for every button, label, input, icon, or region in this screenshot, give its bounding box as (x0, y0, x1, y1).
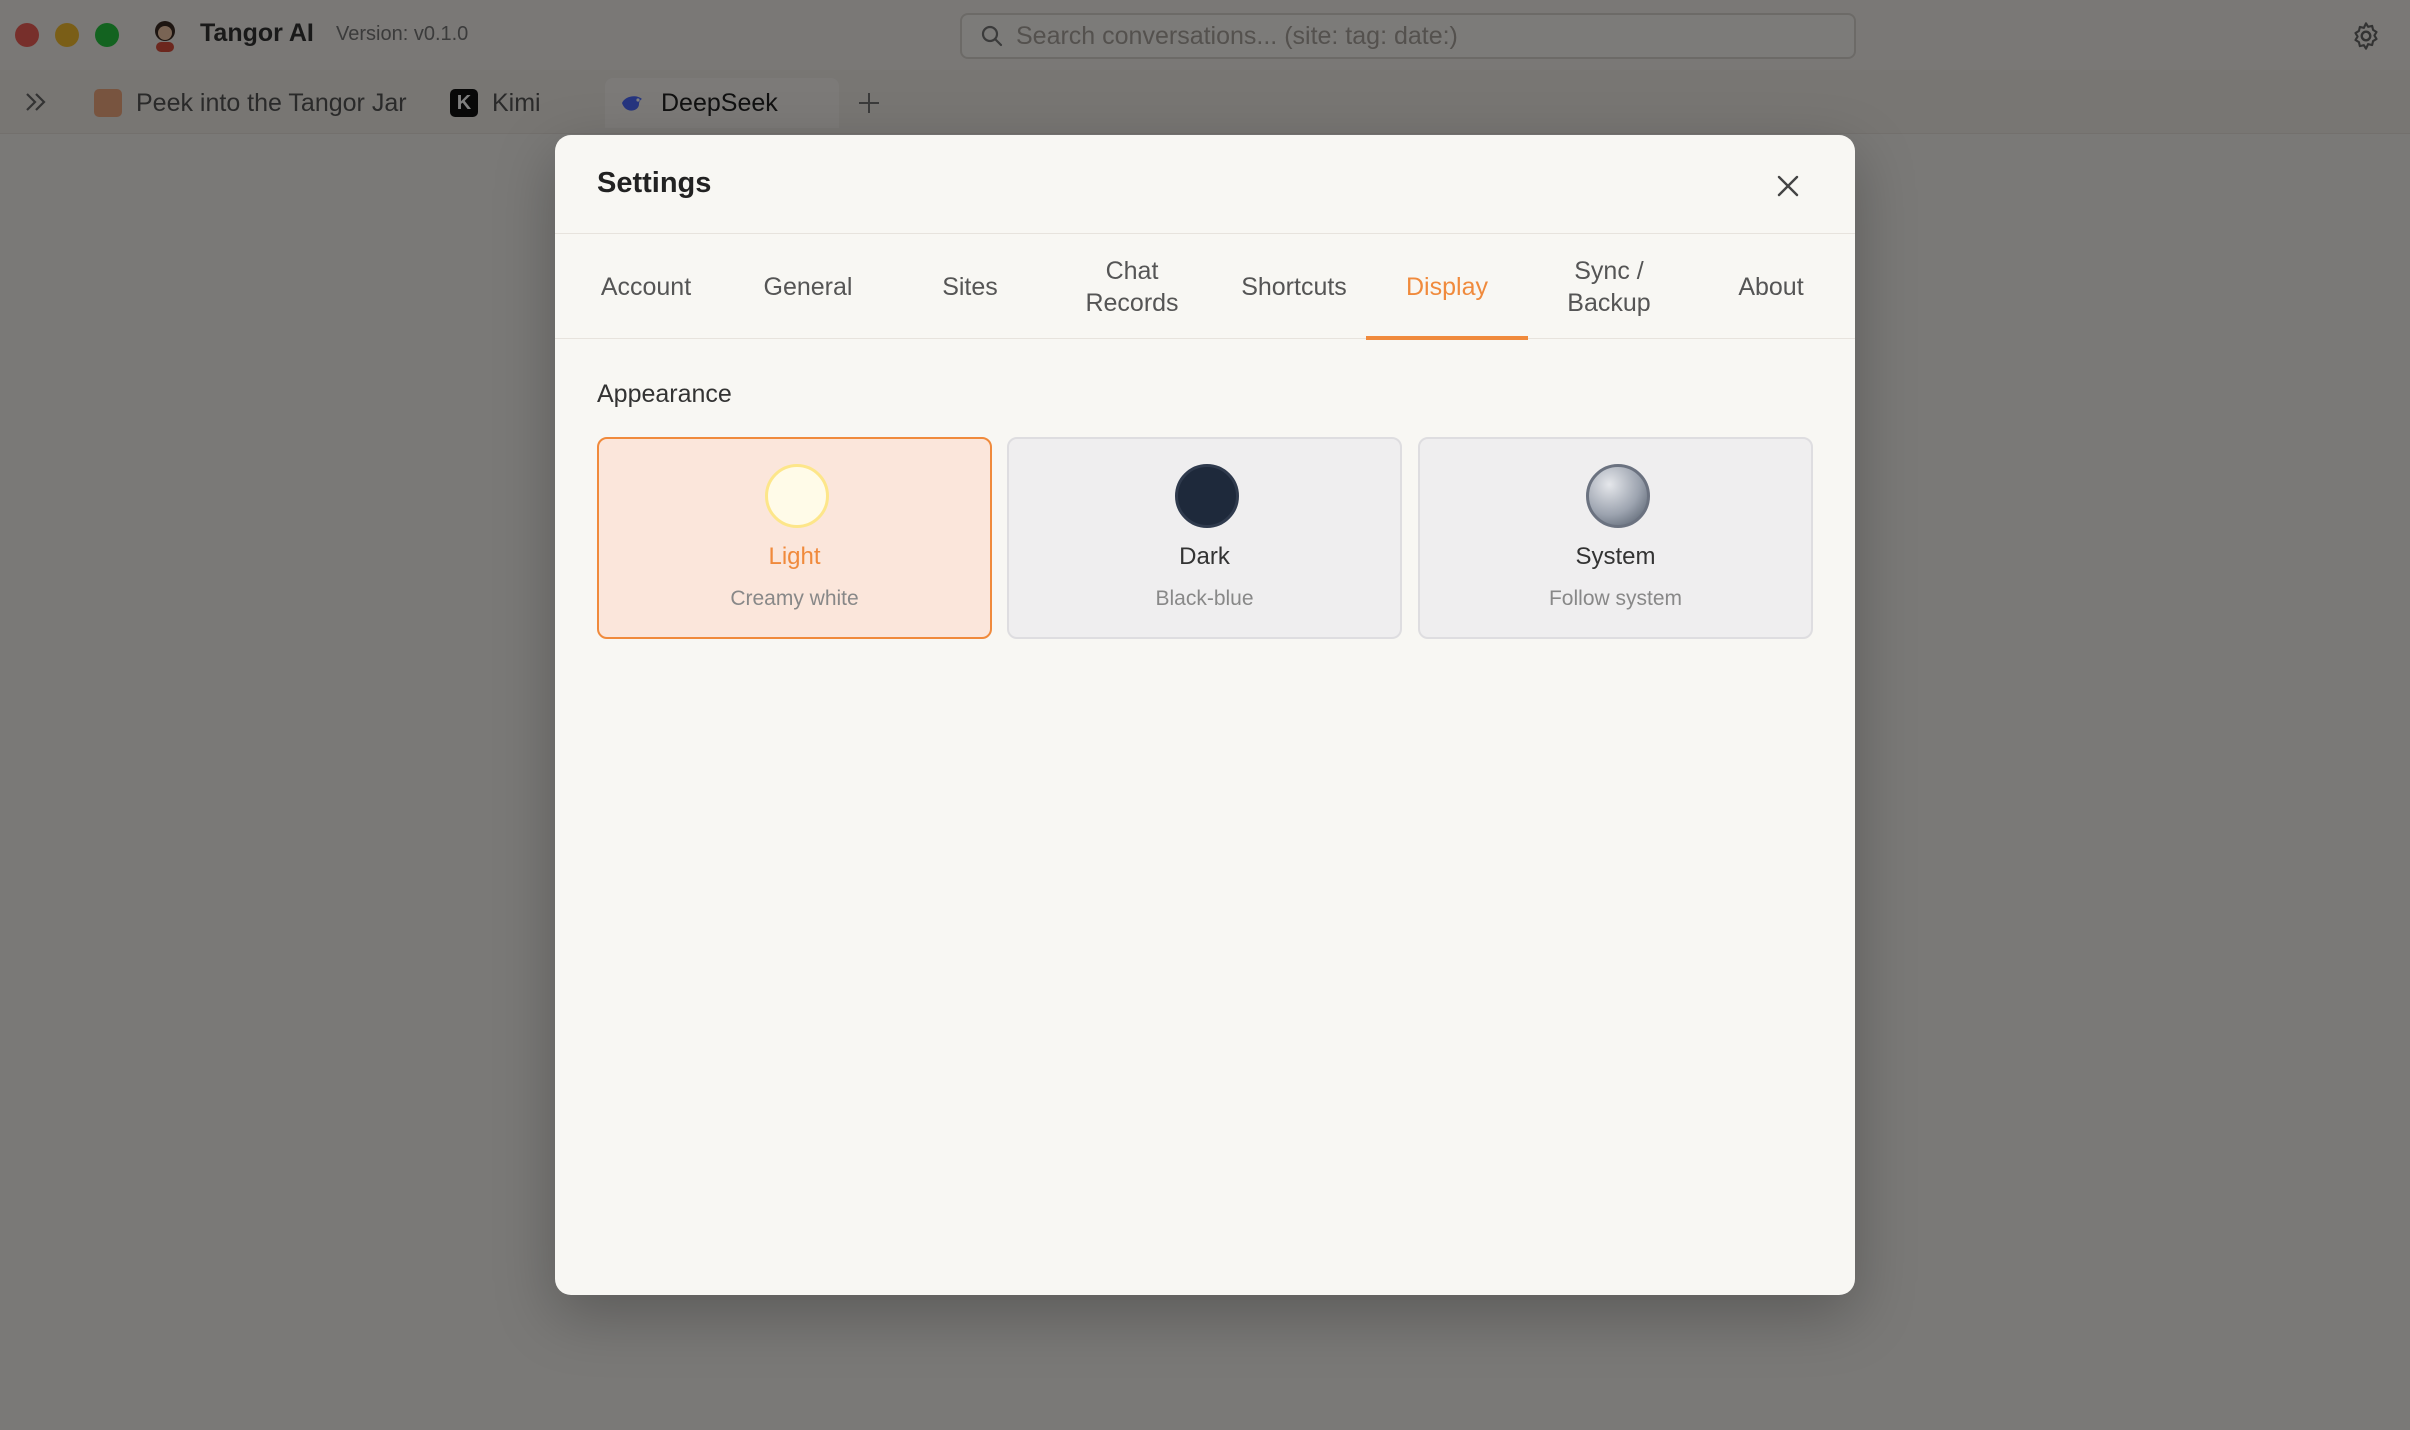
settings-dialog: Settings Account General Sites Chat Reco… (555, 135, 1855, 1295)
appearance-section-label: Appearance (597, 380, 732, 408)
tab-sync-backup[interactable]: Sync / Backup (1528, 234, 1690, 339)
light-theme-swatch (765, 464, 829, 528)
close-button[interactable] (1773, 171, 1803, 201)
dialog-title: Settings (597, 167, 712, 199)
tab-account[interactable]: Account (565, 234, 727, 339)
tab-display[interactable]: Display (1366, 234, 1528, 340)
tab-about[interactable]: About (1690, 234, 1852, 339)
tab-shortcuts[interactable]: Shortcuts (1213, 234, 1375, 339)
theme-name: Dark (1179, 543, 1230, 570)
tab-sites[interactable]: Sites (889, 234, 1051, 339)
tab-chat-records[interactable]: Chat Records (1051, 234, 1213, 339)
tab-general[interactable]: General (727, 234, 889, 339)
dark-theme-swatch (1175, 464, 1239, 528)
settings-tabs: Account General Sites Chat Records Short… (555, 234, 1855, 340)
theme-option-system[interactable]: System Follow system (1418, 437, 1813, 639)
close-icon (1777, 175, 1799, 197)
theme-description: Black-blue (1155, 587, 1254, 610)
theme-name: Light (768, 543, 821, 570)
theme-option-light[interactable]: Light Creamy white (597, 437, 992, 639)
theme-description: Follow system (1548, 587, 1683, 610)
theme-option-dark[interactable]: Dark Black-blue (1007, 437, 1402, 639)
system-theme-swatch (1586, 464, 1650, 528)
theme-name: System (1575, 543, 1656, 570)
dialog-header: Settings (555, 135, 1855, 234)
theme-description: Creamy white (730, 587, 859, 610)
